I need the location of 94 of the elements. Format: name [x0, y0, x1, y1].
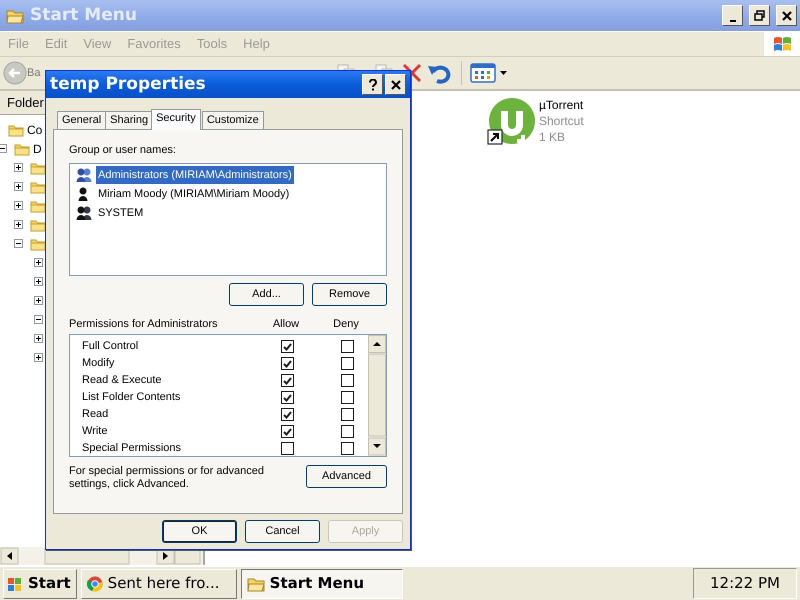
taskbar-button[interactable]: Sent here fro...: [80, 568, 237, 598]
section-label: Permissions for Administrators: [69, 316, 219, 332]
close-icon: [390, 80, 400, 90]
folder-icon: [8, 122, 24, 136]
torrent-shortcut-icon[interactable]: [487, 97, 535, 145]
checkbox[interactable]: [341, 374, 354, 387]
clock: 12:22 PM: [693, 568, 797, 599]
help-button[interactable]: [362, 74, 383, 95]
collapse-icon[interactable]: [14, 239, 23, 248]
tab[interactable]: Customize: [202, 111, 264, 129]
checkbox[interactable]: [341, 442, 354, 455]
user-list-item[interactable]: Administrators (MIRIAM\Administrators): [96, 166, 294, 184]
tree-item[interactable]: Co: [27, 120, 42, 138]
taskbar-button[interactable]: Start Menu: [240, 568, 403, 598]
user-list-item[interactable]: Miriam Moody (MIRIAM\Miriam Moody): [96, 184, 292, 204]
tab[interactable]: Sharing: [105, 111, 154, 129]
checkbox[interactable]: [281, 374, 294, 387]
expand-icon[interactable]: [14, 201, 23, 210]
windows-logo-icon: [772, 35, 792, 53]
section-label: Group or user names:: [69, 143, 177, 158]
permission-name: Modify: [82, 356, 116, 372]
checkbox[interactable]: [341, 391, 354, 404]
folder-icon: [14, 142, 30, 156]
file-type: Shortcut: [539, 113, 584, 129]
permission-name: Special Permissions: [82, 441, 182, 456]
checkbox[interactable]: [281, 425, 294, 438]
permission-name: Full Control: [82, 339, 140, 354]
expand-icon[interactable]: [34, 277, 43, 286]
dialog-button[interactable]: Add...: [229, 282, 304, 306]
permission-name: Read: [82, 407, 110, 422]
help-icon: [368, 78, 376, 90]
collapse-icon[interactable]: [0, 144, 7, 153]
checkbox[interactable]: [281, 391, 294, 404]
user-list-item[interactable]: SYSTEM: [96, 204, 146, 222]
dialog-button[interactable]: Cancel: [245, 520, 320, 543]
expand-icon[interactable]: [14, 220, 23, 229]
expand-icon[interactable]: [34, 334, 43, 343]
user-list[interactable]: Administrators (MIRIAM\Administrators) Miriam Moody (MIRIAM\Miriam Moody) SYSTEM: [69, 162, 387, 276]
vertical-scrollbar[interactable]: [368, 335, 386, 456]
back-button[interactable]: Ba: [3, 61, 40, 85]
windows-logo-icon: [7, 576, 23, 592]
user-group-icon: [75, 167, 93, 183]
permission-name: Read & Execute: [82, 373, 162, 388]
file-name[interactable]: µTorrent: [539, 97, 584, 113]
tree-item[interactable]: D: [33, 140, 42, 158]
checkbox[interactable]: [341, 340, 354, 353]
help-text: For special permissions or for advanced settings, click Advanced.: [69, 465, 266, 491]
folder-icon: [30, 160, 46, 174]
tab[interactable]: General: [57, 111, 106, 129]
minimize-icon: [730, 20, 736, 22]
column-header: Allow: [272, 316, 300, 332]
folder-icon: [30, 180, 46, 194]
permission-name: Write: [82, 424, 108, 440]
checkbox[interactable]: [281, 340, 294, 353]
checkbox[interactable]: [281, 357, 294, 370]
pane-title: Folder: [7, 94, 44, 112]
folder-icon: [246, 576, 265, 592]
views-icon: [470, 63, 496, 83]
checkbox[interactable]: [341, 408, 354, 421]
restore-button[interactable]: [749, 5, 770, 26]
folder-icon: [6, 8, 24, 24]
expand-icon[interactable]: [34, 258, 43, 267]
folder-icon: [30, 236, 46, 250]
start-button[interactable]: Start: [3, 568, 77, 598]
checkbox[interactable]: [281, 408, 294, 421]
file-size: 1 KB: [539, 129, 566, 145]
window-title: Start Menu: [30, 4, 137, 27]
column-header: Deny: [332, 316, 360, 332]
checkbox[interactable]: [341, 425, 354, 438]
expand-icon[interactable]: [34, 296, 43, 305]
dialog-button[interactable]: Remove: [312, 282, 387, 306]
minimize-button[interactable]: [722, 5, 743, 26]
checkbox[interactable]: [281, 442, 294, 455]
dialog-title: temp Properties: [50, 72, 206, 96]
dialog-button[interactable]: Advanced: [306, 465, 387, 488]
folder-icon: [30, 218, 46, 232]
tab[interactable]: Security: [151, 109, 201, 130]
restore-icon: [754, 10, 765, 21]
close-icon: [782, 10, 792, 20]
expand-icon[interactable]: [14, 163, 23, 172]
collapse-icon[interactable]: [34, 315, 43, 324]
views-button[interactable]: [470, 63, 508, 83]
expand-icon[interactable]: [34, 353, 43, 362]
close-button[interactable]: [776, 5, 797, 26]
delete-icon: [401, 62, 424, 84]
browser-icon: [86, 576, 103, 592]
permission-name: List Folder Contents: [82, 390, 182, 406]
user-group-icon: [75, 205, 93, 221]
checkbox[interactable]: [341, 357, 354, 370]
caret-icon: [500, 71, 508, 75]
close-button[interactable]: [385, 74, 406, 95]
dialog-button[interactable]: OK: [162, 520, 237, 543]
expand-icon[interactable]: [14, 182, 23, 191]
folder-icon: [30, 198, 46, 212]
